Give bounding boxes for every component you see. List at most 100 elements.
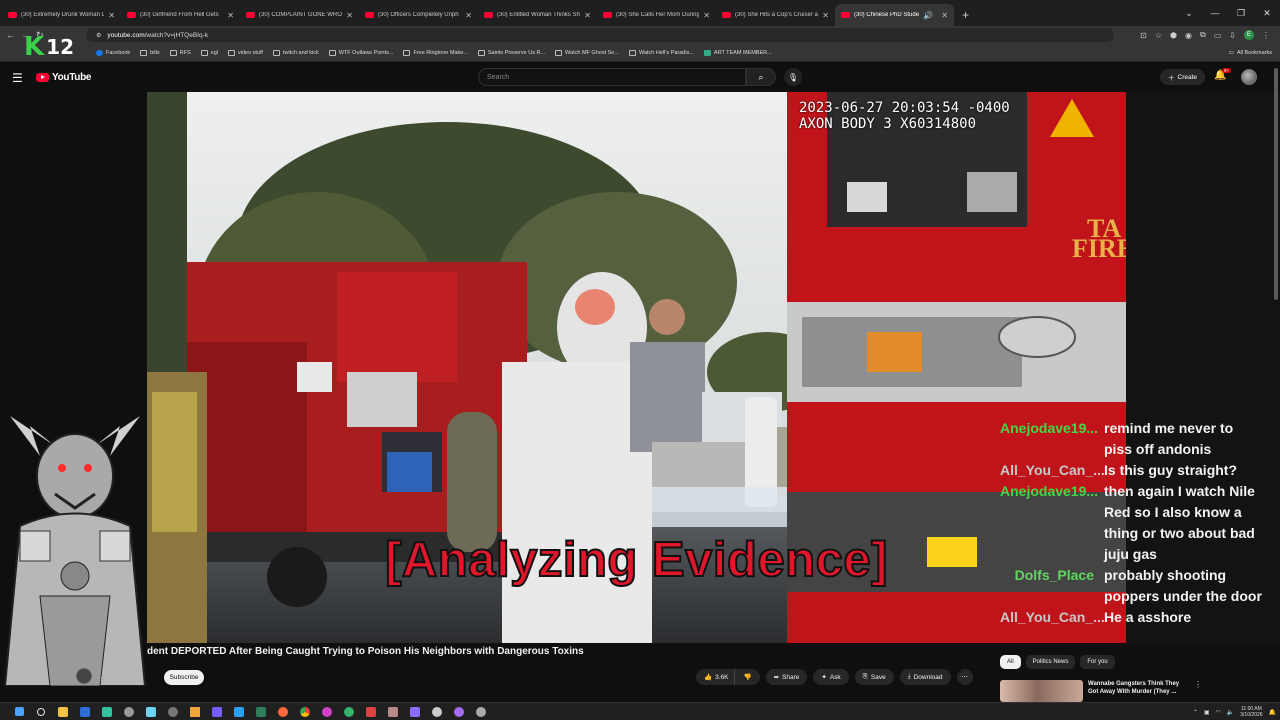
- settings-gear-icon[interactable]: [470, 703, 492, 720]
- tray-chevron-icon[interactable]: ⌃: [1193, 709, 1198, 716]
- share-button[interactable]: ➦ Share: [765, 669, 808, 685]
- extension-icon[interactable]: ◉: [1185, 31, 1192, 40]
- sidebar-icon[interactable]: ▭: [1214, 31, 1222, 40]
- taskbar-app-icon[interactable]: [228, 703, 250, 720]
- bookmark-folder-rfs[interactable]: RFS: [169, 49, 191, 56]
- close-tab-icon[interactable]: ✕: [703, 11, 710, 20]
- taskbar-app-icon[interactable]: [316, 703, 338, 720]
- taskbar-clock[interactable]: 11:00 AM 3/10/2026: [1240, 706, 1262, 718]
- channel-avatar[interactable]: [76, 668, 92, 684]
- close-tab-icon[interactable]: ✕: [941, 11, 948, 20]
- close-tab-icon[interactable]: ✕: [584, 11, 591, 20]
- taskbar-app-icon[interactable]: [448, 703, 470, 720]
- chrome-icon[interactable]: [294, 703, 316, 720]
- user-avatar[interactable]: [1241, 69, 1257, 85]
- bookmark-folder-twitch-and-kick[interactable]: twitch and kick: [272, 49, 319, 56]
- chip-all[interactable]: All: [1000, 655, 1021, 669]
- bookmark-folder-video-stuff[interactable]: video stuff: [227, 49, 263, 56]
- save-button[interactable]: ⎘ Save: [854, 669, 894, 685]
- taskbar-app-icon[interactable]: [74, 703, 96, 720]
- bookmark-hells-paradise[interactable]: Watch Hell's Paradis...: [628, 49, 694, 56]
- browser-tab[interactable]: (30) She Hits a Cop's Cruiser an ✕: [716, 4, 835, 26]
- bookmark-folder-bills[interactable]: bills: [140, 49, 160, 56]
- subscribe-button[interactable]: Subscribe: [164, 670, 204, 685]
- taskbar-app-icon[interactable]: [404, 703, 426, 720]
- browser-tab[interactable]: (30) Entitled Woman Thinks She ✕: [478, 4, 597, 26]
- tab-search-icon[interactable]: ⌄: [1176, 8, 1202, 19]
- create-button[interactable]: ＋ Create: [1160, 69, 1206, 85]
- downloads-icon[interactable]: ⇩: [1229, 31, 1236, 40]
- page-scrollbar[interactable]: [1274, 68, 1278, 300]
- browser-menu-icon[interactable]: ⋮: [1262, 31, 1270, 40]
- browser-tab[interactable]: (30) COMPLAINT GONE WRON ✕: [240, 4, 359, 26]
- browser-tab-active[interactable]: (30) Chinese PhD Student D🔊 ✕: [835, 4, 954, 26]
- url-field[interactable]: ⚙ youtube.com/watch?v=jHTQeBIq-k: [86, 28, 1114, 42]
- browser-tab[interactable]: (30) Officers Completely Unph ✕: [359, 4, 478, 26]
- extensions-puzzle-icon[interactable]: ⧉: [1200, 30, 1206, 40]
- windows-start-icon[interactable]: [8, 703, 30, 720]
- taskbar-app-icon[interactable]: [96, 703, 118, 720]
- taskbar-app-icon[interactable]: [360, 703, 382, 720]
- bookmark-wtf-outlaws[interactable]: WTF Outlaws Points...: [328, 49, 393, 56]
- close-tab-icon[interactable]: ✕: [108, 11, 115, 20]
- taskbar-app-icon[interactable]: [184, 703, 206, 720]
- close-tab-icon[interactable]: ✕: [227, 11, 234, 20]
- voice-search-button[interactable]: 🎙: [784, 68, 802, 86]
- chip-for-you[interactable]: For you: [1080, 655, 1115, 669]
- more-actions-button[interactable]: ⋯: [956, 669, 973, 685]
- bookmark-saints[interactable]: Saints Preserve Us R...: [477, 49, 545, 56]
- more-vertical-icon[interactable]: ⋮: [1194, 680, 1202, 689]
- taskbar-app-icon[interactable]: [140, 703, 162, 720]
- browser-tab[interactable]: (30) She Calls Her Mom During ✕: [597, 4, 716, 26]
- browser-tab[interactable]: (30) Girlfriend From Hell Gets ✕: [121, 4, 240, 26]
- bookmark-ringtone[interactable]: Free Ringtone Make...: [403, 49, 468, 56]
- notifications-icon[interactable]: 🔔: [1269, 709, 1276, 716]
- volume-icon[interactable]: 🔈: [1227, 709, 1234, 716]
- wifi-icon[interactable]: ◠: [1216, 709, 1221, 716]
- recommended-video[interactable]: Wannabe Gangsters Think They Got Away Wi…: [1000, 678, 1275, 702]
- profile-avatar[interactable]: E: [1244, 30, 1254, 40]
- bookmark-folder-egl[interactable]: egl: [200, 49, 218, 56]
- close-window-icon[interactable]: ✕: [1254, 8, 1280, 19]
- bookmark-art-team[interactable]: ART TEAM MEMBER...: [703, 49, 772, 56]
- like-button[interactable]: 👍 3.6K: [696, 669, 735, 685]
- browser-tab[interactable]: (30) Extremely Drunk Woman D ✕: [2, 4, 121, 26]
- video-player[interactable]: TA FIRE 2023-06-27 20:03:54 -0400 AXON B…: [147, 92, 1126, 643]
- download-button[interactable]: ⤓ Download: [899, 669, 951, 685]
- bookmark-star-icon[interactable]: ☆: [1155, 31, 1162, 40]
- recommended-video-thumbnail[interactable]: [1000, 680, 1083, 702]
- taskbar-app-icon[interactable]: [250, 703, 272, 720]
- ask-button[interactable]: ✦ Ask: [813, 669, 849, 685]
- youtube-logo[interactable]: YouTube: [36, 72, 92, 83]
- back-icon[interactable]: ←: [6, 30, 15, 41]
- dislike-button[interactable]: 👎: [734, 669, 760, 685]
- menu-icon[interactable]: ☰: [12, 71, 23, 85]
- taskbar-app-icon[interactable]: [338, 703, 360, 720]
- minimize-icon[interactable]: —: [1202, 8, 1228, 18]
- all-bookmarks-button[interactable]: ▭ All Bookmarks: [1229, 44, 1272, 62]
- maximize-icon[interactable]: ❐: [1228, 8, 1254, 19]
- taskbar-app-icon[interactable]: [426, 703, 448, 720]
- bookmark-facebook[interactable]: Facebook: [96, 49, 130, 56]
- chip-politics-news[interactable]: Politics News: [1025, 655, 1076, 669]
- taskbar-app-icon[interactable]: [118, 703, 140, 720]
- taskbar-app-icon[interactable]: [206, 703, 228, 720]
- audio-icon[interactable]: 🔊: [923, 11, 933, 20]
- recommended-video-title[interactable]: Wannabe Gangsters Think They Got Away Wi…: [1088, 680, 1188, 696]
- extension-icon[interactable]: ⬢: [1170, 31, 1177, 40]
- bookmark-mf-ghost[interactable]: Watch MF Ghost Se...: [555, 49, 619, 56]
- search-input[interactable]: Search: [478, 68, 746, 86]
- close-tab-icon[interactable]: ✕: [346, 11, 353, 20]
- taskbar-app-icon[interactable]: [162, 703, 184, 720]
- close-tab-icon[interactable]: ✕: [822, 11, 829, 20]
- install-app-icon[interactable]: ⊡: [1140, 31, 1147, 40]
- file-explorer-icon[interactable]: [52, 703, 74, 720]
- search-button[interactable]: ⌕: [746, 68, 776, 86]
- taskbar-app-icon[interactable]: [272, 703, 294, 720]
- search-icon[interactable]: [30, 703, 52, 720]
- network-icon[interactable]: ▣: [1204, 709, 1210, 716]
- close-tab-icon[interactable]: ✕: [465, 11, 472, 20]
- taskbar-app-icon[interactable]: [382, 703, 404, 720]
- new-tab-button[interactable]: +: [954, 4, 977, 26]
- site-info-icon[interactable]: ⚙: [96, 32, 101, 39]
